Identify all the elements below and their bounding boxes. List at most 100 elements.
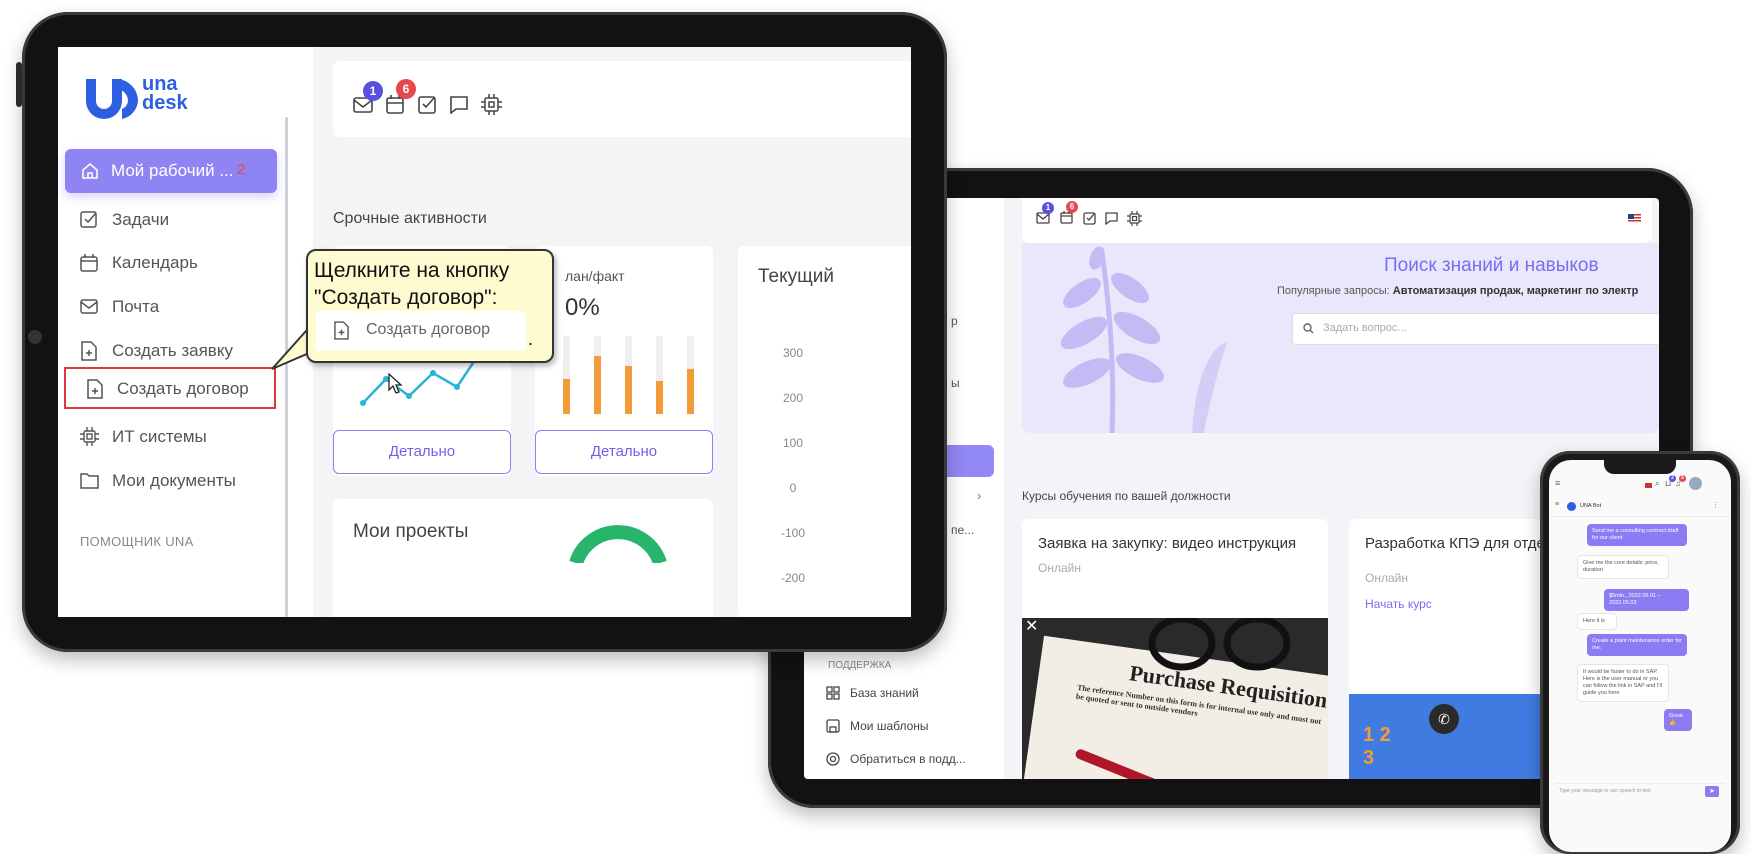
tasks-button[interactable] [1083, 212, 1096, 225]
top-toolbar: 1 6 [1022, 198, 1652, 243]
sidebar-fragment: р [951, 314, 958, 328]
projects-card: Мои проекты [333, 499, 713, 617]
menu-icon[interactable]: ≡ [1555, 478, 1560, 488]
tooltip-button-label: Создать договор [366, 321, 490, 338]
course-format: Онлайн [1038, 561, 1081, 575]
una-logo-icon [86, 79, 138, 119]
badge: 5 [1679, 475, 1686, 482]
side-button [16, 62, 22, 107]
mail-badge: 1 [1042, 202, 1054, 214]
sidebar-item-templates[interactable]: Мои шаблоны [826, 719, 929, 733]
sidebar-item-label: ИТ системы [112, 427, 207, 446]
logo-line: desk [142, 92, 188, 114]
y-tick: 300 [782, 346, 804, 360]
current-card: Текущий 300 200 100 0 -100 -200 [738, 246, 911, 617]
popular-queries-label: Популярные запросы: [1277, 285, 1393, 297]
course-title[interactable]: Заявка на закупку: видео инструкция [1038, 535, 1296, 552]
check-square-icon [1083, 212, 1096, 225]
tooltip-button-preview: Создать договор [316, 311, 526, 351]
sidebar-item-documents[interactable]: Мои документы [80, 468, 280, 496]
sidebar-fragment: пе... [951, 523, 975, 537]
chat-header: ≡ UNA Bot ⋮ [1549, 500, 1731, 517]
sidebar-item-tasks[interactable]: Задачи [80, 207, 280, 235]
current-card-title: Текущий [758, 266, 834, 287]
donut-chart [569, 525, 667, 563]
leaf-decoration-icon [1060, 246, 1227, 433]
us-flag-icon[interactable] [1628, 214, 1641, 223]
chevron-right-icon[interactable]: › [977, 488, 981, 503]
search-icon[interactable]: ⌕ [1655, 479, 1659, 489]
camera-dot [28, 330, 42, 344]
mail-button[interactable]: 1 [353, 81, 383, 113]
sidebar-item-label: Мой рабочий ... [111, 161, 234, 180]
sidebar-item-create-request[interactable]: Создать заявку [80, 338, 280, 366]
sidebar-item-support[interactable]: Обратиться в подд... [826, 752, 966, 766]
mail-icon [80, 299, 98, 314]
popular-queries: Популярные запросы: Автоматизация продаж… [1277, 285, 1638, 297]
calendar-badge: 6 [1066, 201, 1078, 213]
plan-fact-bar-chart [563, 336, 694, 414]
sidebar-item-workspace[interactable]: Мой рабочий ... 2 [65, 149, 277, 193]
tooltip-line: Щелкните на кнопку [314, 259, 510, 282]
sidebar-item-it-systems[interactable]: ИТ системы [80, 424, 280, 452]
knowledge-search-input[interactable]: Задать вопрос... [1292, 313, 1659, 345]
cpu-icon [1127, 211, 1142, 226]
send-button[interactable]: ➤ [1705, 786, 1719, 797]
course-card[interactable]: Заявка на закупку: видео инструкция Онла… [1022, 519, 1328, 779]
close-icon[interactable]: ✕ [1025, 618, 1038, 636]
chat-input-placeholder: Type your message or use speech to text [1559, 788, 1651, 794]
mail-button[interactable]: 1 [1036, 202, 1054, 224]
course-title[interactable]: Разработка КПЭ для отде [1365, 535, 1545, 552]
projects-title: Мои проекты [353, 521, 469, 542]
sidebar-item-calendar[interactable]: Календарь [80, 250, 280, 278]
calendar-button[interactable]: 6 [1060, 201, 1078, 224]
search-icon [1303, 323, 1314, 334]
it-systems-button[interactable] [1127, 211, 1142, 226]
y-tick: 200 [782, 391, 804, 405]
y-tick: -200 [780, 571, 806, 585]
bot-name: UNA Bot [1580, 503, 1602, 509]
sidebar-item-label: Обратиться в подд... [850, 752, 966, 766]
tasks-button[interactable] [418, 96, 436, 114]
us-flag-icon[interactable] [1645, 483, 1652, 488]
logo-text: una desk [142, 74, 188, 114]
sidebar-fragment: ы [951, 376, 960, 390]
tooltip-dot: . [528, 329, 534, 349]
details-button[interactable]: Детально [333, 430, 511, 474]
save-icon [826, 719, 840, 733]
popular-queries-links[interactable]: Автоматизация продаж, маркетинг по элект… [1393, 285, 1639, 297]
phone-screen: ≡ ⌕ ⊔ 2 ♫ 5 ≡ UNA Bot ⋮ Send me a consul… [1549, 460, 1731, 852]
message-icon [1105, 212, 1118, 225]
start-course-link[interactable]: Начать курс [1365, 597, 1432, 611]
menu-icon[interactable]: ≡ [1555, 501, 1559, 508]
chat-input[interactable]: Type your message or use speech to text … [1555, 783, 1725, 800]
mouse-cursor-icon [388, 373, 403, 394]
it-systems-button[interactable] [481, 94, 502, 115]
tooltip-line: "Создать договор": [314, 286, 498, 309]
sidebar-item-label: Создать заявку [112, 341, 233, 360]
notification-count: 2 [237, 161, 246, 178]
sidebar-item-create-contract[interactable]: Создать договор [64, 367, 276, 409]
app-logo[interactable]: una desk [82, 74, 188, 121]
chat-message-user: $5mln., 2022.05.01 – 2022.05.03 [1604, 589, 1689, 611]
top-toolbar: 1 6 [333, 61, 911, 137]
sidebar-item-mail[interactable]: Почта [80, 294, 280, 322]
file-plus-icon [334, 321, 349, 340]
more-icon[interactable]: ⋮ [1712, 501, 1719, 509]
urgent-activities-title: Срочные активности [333, 210, 487, 227]
home-icon [82, 162, 98, 179]
chat-button[interactable] [450, 96, 468, 114]
chat-message-user: Create a plant maintenance order for me. [1587, 634, 1687, 656]
chat-button[interactable] [1105, 212, 1118, 225]
file-plus-icon [87, 379, 103, 399]
details-button[interactable]: Детально [535, 430, 713, 474]
avatar[interactable] [1689, 477, 1702, 490]
phone-header: ≡ ⌕ ⊔ 2 ♫ 5 [1549, 474, 1731, 496]
plan-fact-value: 0% [565, 294, 600, 321]
courses-section-title: Курсы обучения по вашей должности [1022, 489, 1231, 503]
plan-fact-label: лан/факт [565, 268, 625, 284]
sidebar-item-knowledge-base[interactable]: База знаний [826, 686, 919, 700]
calendar-button[interactable]: 6 [386, 79, 416, 114]
sidebar-item-label: Календарь [112, 253, 198, 272]
sidebar-item-label: Почта [112, 297, 160, 316]
